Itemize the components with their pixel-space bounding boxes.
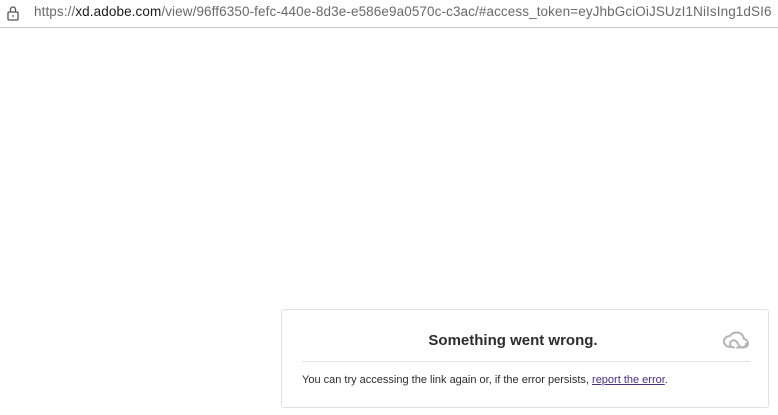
url-path: /view/96ff6350-fefc-440e-8d3e-e586e9a057… xyxy=(161,4,772,19)
error-card: Something went wrong. You can try access… xyxy=(281,309,769,408)
page-content: Something went wrong. You can try access… xyxy=(0,29,778,415)
error-message-text: You can try accessing the link again or,… xyxy=(302,374,593,386)
url-text[interactable]: https://xd.adobe.com/view/96ff6350-fefc-… xyxy=(34,3,772,21)
error-message-end: . xyxy=(664,374,668,386)
address-bar[interactable]: https://xd.adobe.com/view/96ff6350-fefc-… xyxy=(0,0,778,28)
error-message: You can try accessing the link again or,… xyxy=(302,374,668,386)
creative-cloud-icon xyxy=(722,331,750,349)
url-domain: xd.adobe.com xyxy=(75,4,162,19)
error-title: Something went wrong. xyxy=(428,332,598,349)
report-error-link[interactable]: report the error xyxy=(592,374,665,386)
divider xyxy=(302,361,750,362)
url-prefix: https:// xyxy=(34,4,76,19)
lock-icon[interactable] xyxy=(6,5,20,21)
